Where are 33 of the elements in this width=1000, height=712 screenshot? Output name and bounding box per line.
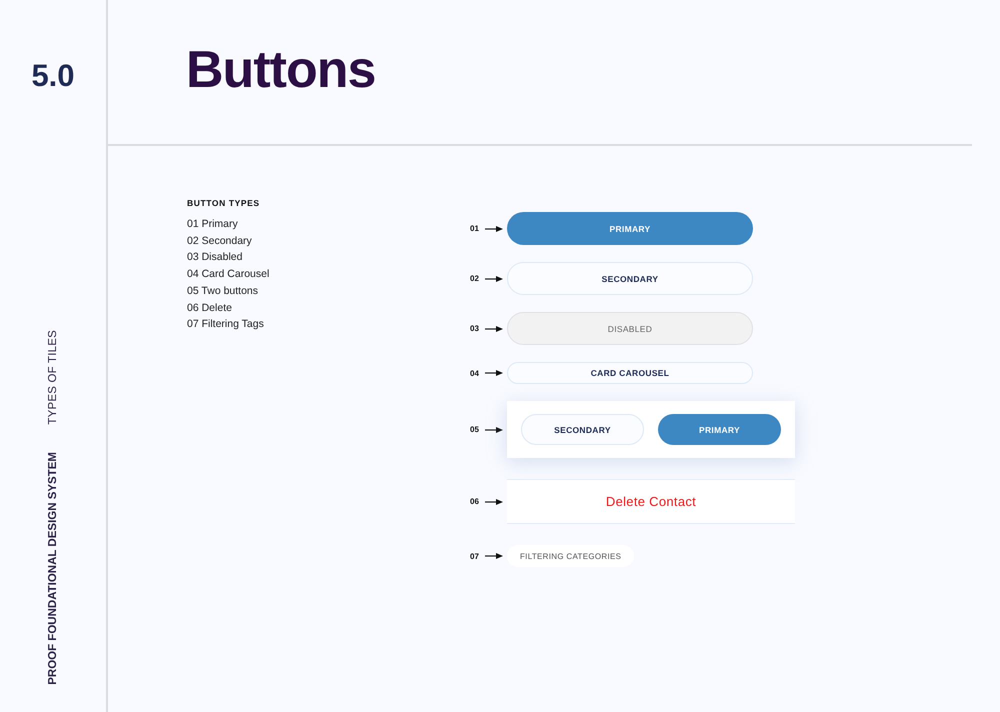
example-number: 02: [470, 274, 480, 283]
legend-item: 02 Secondary: [187, 234, 253, 249]
card-carousel-button[interactable]: CARD CAROUSEL: [507, 362, 753, 384]
legend-item: 07 Filtering Tags: [187, 317, 265, 332]
page-title: Buttons: [186, 40, 376, 100]
sidebar-subtitle: TYPES OF TILES: [47, 330, 59, 424]
legend-heading: BUTTON TYPES: [187, 198, 261, 208]
arrow-icon: [485, 426, 503, 432]
example-number: 01: [470, 224, 480, 233]
section-number: 5.0: [31, 58, 75, 94]
arrow-icon: [485, 498, 503, 504]
secondary-button[interactable]: SECONDARY: [521, 414, 644, 445]
filter-tag[interactable]: FILTERING CATEGORIES: [507, 545, 634, 567]
delete-contact-button[interactable]: Delete Contact: [507, 479, 795, 524]
arrow-icon: [485, 276, 503, 282]
example-number: 05: [470, 425, 480, 434]
example-number: 04: [470, 368, 480, 378]
primary-button[interactable]: PRIMARY: [507, 212, 753, 245]
primary-button[interactable]: PRIMARY: [658, 414, 781, 445]
legend-item: 03 Disabled: [187, 250, 244, 266]
arrow-icon: [485, 326, 503, 332]
arrow-icon: [485, 553, 503, 559]
example-number: 06: [470, 497, 480, 506]
legend-item: 04 Card Carousel: [187, 267, 270, 282]
arrow-icon: [485, 226, 503, 232]
design-system-name: PROOF FOUNDATIONAL DESIGN SYSTEM: [47, 452, 59, 685]
secondary-button[interactable]: SECONDARY: [507, 262, 753, 295]
legend-item: 06 Delete: [187, 300, 233, 316]
arrow-icon: [485, 370, 503, 376]
example-number: 03: [470, 324, 480, 333]
legend-item: 01 Primary: [187, 217, 239, 232]
example-number: 07: [470, 552, 480, 560]
legend-item: 05 Two buttons: [187, 284, 260, 299]
